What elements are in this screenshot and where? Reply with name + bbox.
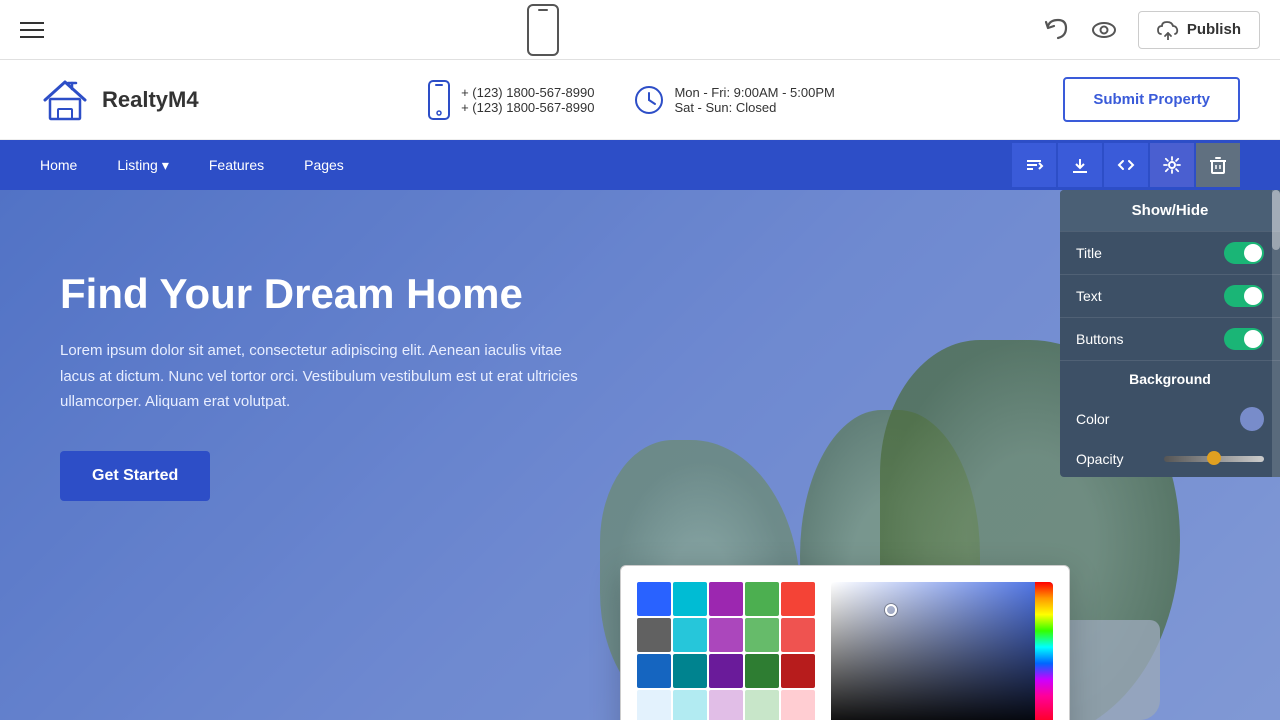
color-swatch[interactable] [637,654,671,688]
buttons-toggle[interactable] [1224,328,1264,350]
color-swatch-button[interactable] [1240,407,1264,431]
title-toggle[interactable] [1224,242,1264,264]
phone-contact: + (123) 1800-567-8990 + (123) 1800-567-8… [427,80,594,120]
color-picker-popup: Less < [620,565,1070,720]
hero-cta-button[interactable]: Get Started [60,451,210,501]
color-swatch[interactable] [637,690,671,720]
toolbar-left [20,22,44,38]
background-label: Background [1060,360,1280,397]
show-hide-panel: Show/Hide Title Text Buttons Background … [1060,190,1280,477]
download-tool-button[interactable] [1058,143,1102,187]
logo-area: RealtyM4 [40,75,199,125]
panel-header: Show/Hide [1060,190,1280,231]
color-swatch[interactable] [637,618,671,652]
hours-line2: Sat - Sun: Closed [674,100,834,115]
opacity-label: Opacity [1076,451,1123,467]
publish-button[interactable]: Publish [1138,11,1260,49]
hue-bar[interactable] [1035,582,1053,720]
preview-icon[interactable] [1090,16,1118,44]
submit-property-button[interactable]: Submit Property [1063,77,1240,122]
color-picker-top [637,582,1053,720]
top-toolbar: Publish [0,0,1280,60]
sort-tool-button[interactable] [1012,143,1056,187]
color-swatch[interactable] [709,582,743,616]
color-swatch[interactable] [781,618,815,652]
nav-tools [1012,143,1240,187]
panel-scrollbar[interactable] [1272,190,1280,477]
color-gradient-area[interactable] [831,582,1053,720]
settings-tool-button[interactable] [1150,143,1194,187]
color-swatch[interactable] [745,654,779,688]
cloud-upload-icon [1157,20,1179,40]
hours-line1: Mon - Fri: 9:00AM - 5:00PM [674,85,834,100]
color-swatches [637,582,815,720]
hero-title: Find Your Dream Home [60,270,640,318]
opacity-slider[interactable] [1164,456,1264,462]
clock-icon [634,85,664,115]
text-label: Text [1076,288,1102,304]
color-swatch[interactable] [745,618,779,652]
logo-icon [40,75,90,125]
undo-icon[interactable] [1042,16,1070,44]
buttons-label: Buttons [1076,331,1123,347]
color-swatch[interactable] [637,582,671,616]
phone-line2: + (123) 1800-567-8990 [461,100,594,115]
color-row: Color [1060,397,1280,441]
gradient-cursor [885,604,897,616]
color-swatch[interactable] [781,690,815,720]
opacity-thumb [1207,451,1221,465]
hours-contact: Mon - Fri: 9:00AM - 5:00PM Sat - Sun: Cl… [634,85,834,115]
gradient-dark [831,582,1053,720]
panel-scroll-thumb [1272,190,1280,250]
hamburger-icon[interactable] [20,22,44,38]
buttons-toggle-row: Buttons [1060,317,1280,360]
delete-tool-button[interactable] [1196,143,1240,187]
color-swatch[interactable] [673,690,707,720]
color-swatch[interactable] [673,582,707,616]
toolbar-right: Publish [1042,11,1260,49]
site-header: RealtyM4 + (123) 1800-567-8990 + (123) 1… [0,60,1280,140]
color-swatch[interactable] [745,690,779,720]
color-swatch[interactable] [709,690,743,720]
hero-section: Find Your Dream Home Lorem ipsum dolor s… [0,190,1280,720]
color-swatch[interactable] [709,618,743,652]
text-toggle[interactable] [1224,285,1264,307]
site-nav: Home Listing ▾ Features Pages [0,140,1280,190]
phone-lines: + (123) 1800-567-8990 + (123) 1800-567-8… [461,85,594,115]
color-swatch[interactable] [673,618,707,652]
nav-links: Home Listing ▾ Features Pages [40,157,1012,174]
opacity-row: Opacity [1060,441,1280,477]
color-swatch[interactable] [673,654,707,688]
title-label: Title [1076,245,1102,261]
color-label: Color [1076,411,1109,427]
toolbar-center [527,4,559,56]
chevron-down-icon: ▾ [162,157,169,174]
hero-content: Find Your Dream Home Lorem ipsum dolor s… [0,190,700,581]
phone-icon [427,80,451,120]
phone-frame-icon[interactable] [527,4,559,56]
nav-link-features[interactable]: Features [209,157,264,174]
color-swatch[interactable] [745,582,779,616]
buttons-toggle-knob [1244,330,1262,348]
nav-link-home[interactable]: Home [40,157,77,174]
text-toggle-row: Text [1060,274,1280,317]
text-toggle-knob [1244,287,1262,305]
phone-line1: + (123) 1800-567-8990 [461,85,594,100]
title-toggle-knob [1244,244,1262,262]
nav-link-listing[interactable]: Listing ▾ [117,157,169,174]
publish-label: Publish [1187,21,1241,38]
nav-link-pages[interactable]: Pages [304,157,344,174]
color-swatch[interactable] [709,654,743,688]
logo-text: RealtyM4 [102,87,199,113]
contact-area: + (123) 1800-567-8990 + (123) 1800-567-8… [427,80,835,120]
color-swatch[interactable] [781,654,815,688]
hero-description: Lorem ipsum dolor sit amet, consectetur … [60,338,600,415]
code-tool-button[interactable] [1104,143,1148,187]
title-toggle-row: Title [1060,231,1280,274]
color-swatch[interactable] [781,582,815,616]
hours-lines: Mon - Fri: 9:00AM - 5:00PM Sat - Sun: Cl… [674,85,834,115]
